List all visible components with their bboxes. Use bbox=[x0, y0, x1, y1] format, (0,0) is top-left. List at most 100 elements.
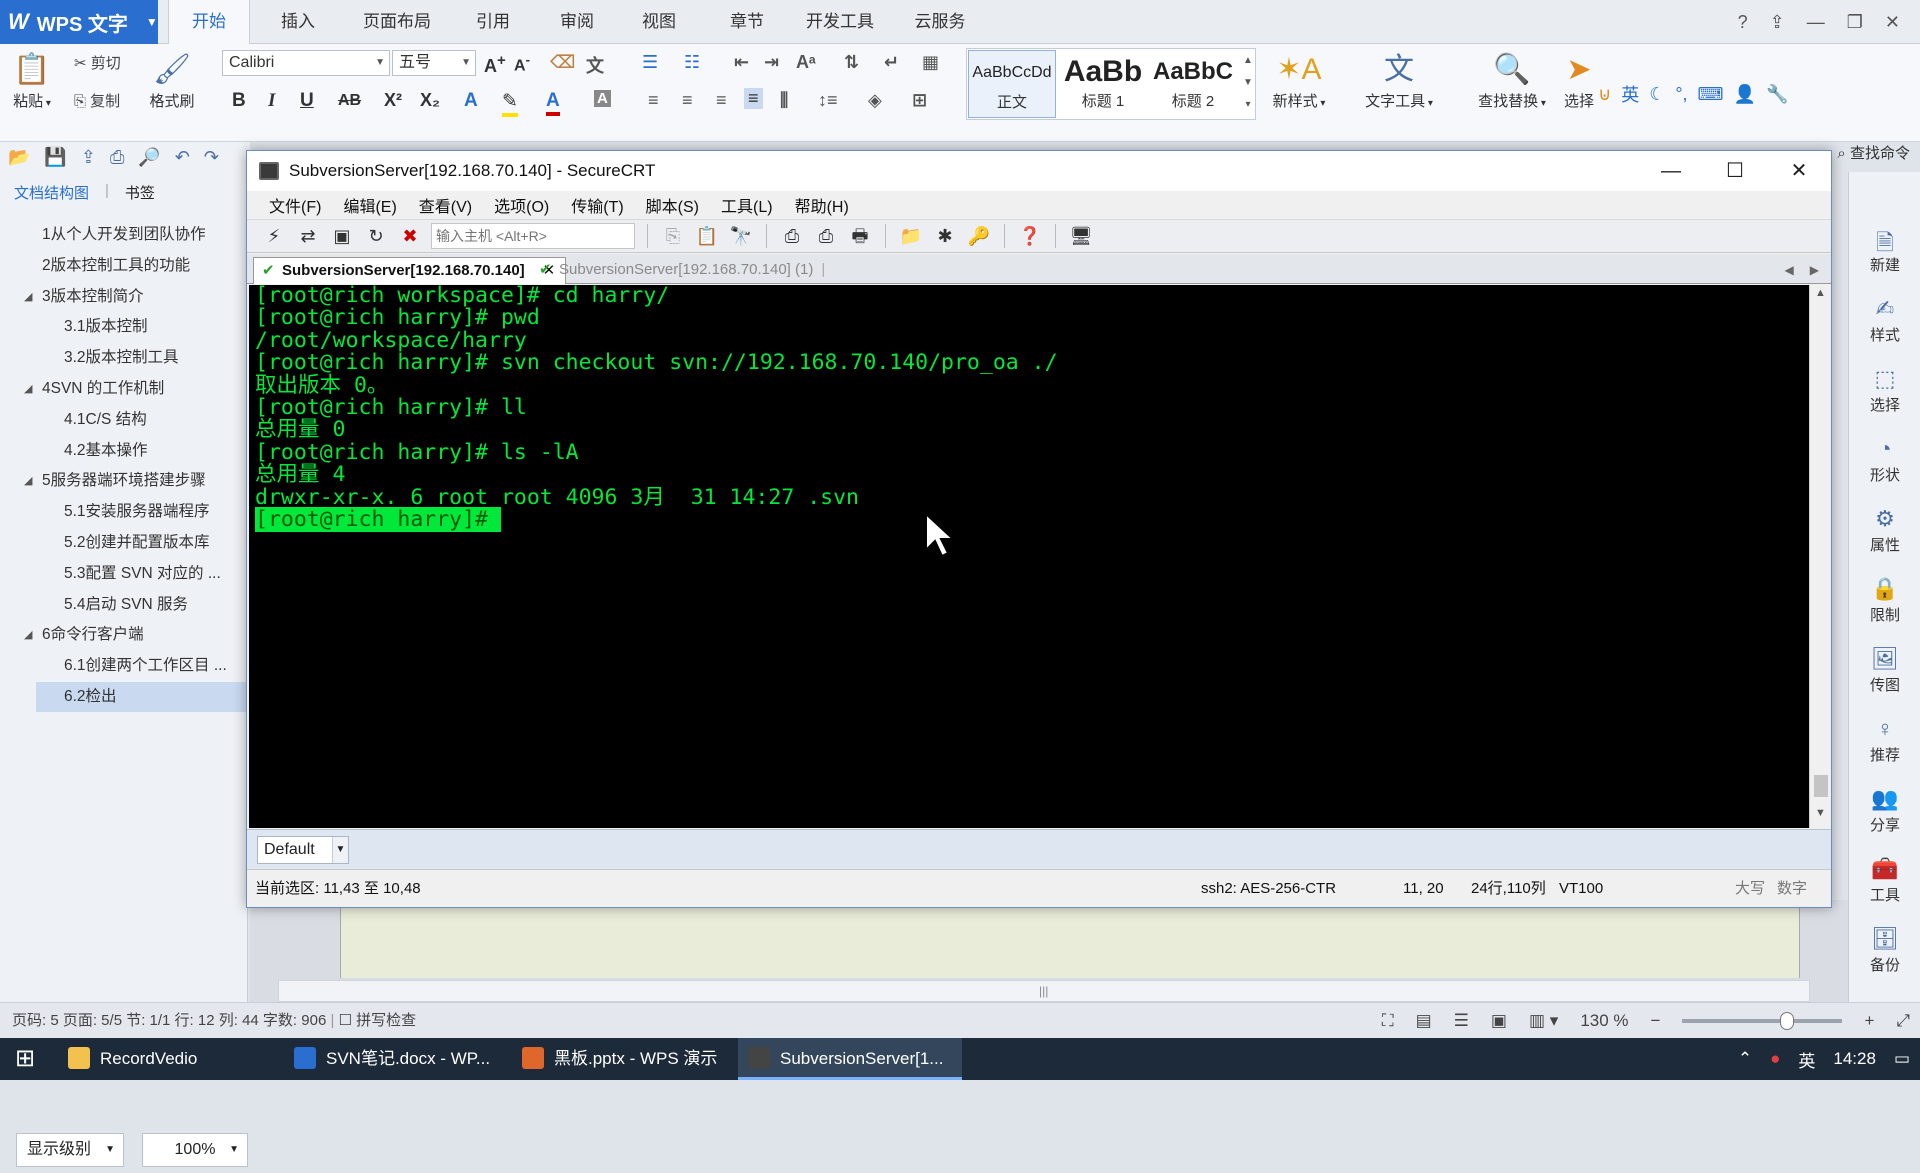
pane-button-4[interactable]: ⚙ 属性 bbox=[1849, 506, 1920, 555]
copy-icon[interactable]: ⎘ bbox=[660, 223, 686, 249]
close-button[interactable]: ✕ bbox=[1767, 151, 1831, 191]
global-options-icon[interactable]: ✱ bbox=[932, 223, 958, 249]
font-name-select[interactable]: Calibri ▼ bbox=[222, 50, 390, 76]
minimize-button[interactable]: — bbox=[1807, 12, 1825, 33]
tab-document-map[interactable]: 文档结构图 bbox=[14, 182, 89, 210]
align-center-icon[interactable]: ≡ bbox=[682, 90, 693, 111]
notification-icon[interactable]: ▭ bbox=[1894, 1049, 1910, 1069]
tab-0[interactable]: 开始 bbox=[168, 0, 250, 44]
font-color-icon[interactable]: A bbox=[546, 90, 560, 116]
taskbar-item[interactable]: SVN笔记.docx - WP... bbox=[284, 1038, 506, 1080]
crt-menu-item[interactable]: 帮助(H) bbox=[795, 193, 849, 217]
pane-button-0[interactable]: 🗎 新建 bbox=[1849, 226, 1920, 275]
pane-button-3[interactable]: ◔ 形状 bbox=[1849, 436, 1920, 485]
restore-ribbon-icon[interactable]: ⇪ bbox=[1770, 12, 1785, 33]
ime-logo-icon[interactable]: ⊍ bbox=[1598, 84, 1611, 105]
outline-item[interactable]: ◢ 6命令行客户端 bbox=[0, 620, 248, 650]
pane-button-5[interactable]: 🔒 限制 bbox=[1849, 576, 1920, 625]
outline-item[interactable]: 3.2版本控制工具 bbox=[0, 343, 248, 373]
paste-icon[interactable]: 📋 bbox=[694, 223, 720, 249]
print-icon[interactable]: ⎙ bbox=[110, 147, 124, 168]
close-button[interactable]: ✕ bbox=[1885, 12, 1900, 33]
style-heading-2[interactable]: AaBbC 标题 2 bbox=[1150, 50, 1236, 118]
expand-triangle-icon[interactable]: ◢ bbox=[24, 466, 32, 496]
tab-session-active[interactable]: ✔ SubversionServer[192.168.70.140] ✕ bbox=[253, 257, 567, 284]
scrollbar-thumb[interactable] bbox=[1814, 775, 1828, 797]
cut-button[interactable]: ✂ 剪切 bbox=[74, 52, 121, 73]
taskbar-item[interactable]: RecordVedio bbox=[58, 1038, 278, 1080]
pane-button-1[interactable]: ✍ 样式 bbox=[1849, 296, 1920, 345]
help-icon[interactable]: ? bbox=[1738, 12, 1748, 33]
paste-button[interactable]: 📋 粘贴 ▾ bbox=[10, 50, 54, 111]
crt-menu-item[interactable]: 编辑(E) bbox=[343, 193, 396, 217]
zoom-in-icon[interactable]: + bbox=[1864, 1011, 1874, 1031]
moon-icon[interactable]: ☾ bbox=[1649, 84, 1665, 105]
format-painter-button[interactable]: 🖌 格式刷 bbox=[144, 50, 200, 111]
expand-triangle-icon[interactable]: ◢ bbox=[24, 620, 32, 650]
terminal-scrollbar[interactable]: ▲ ▼ bbox=[1809, 285, 1831, 828]
tab-2[interactable]: 页面布局 bbox=[342, 0, 452, 44]
new-style-button[interactable]: ✶A 新样式 ▾ bbox=[1264, 50, 1334, 111]
tab-1[interactable]: 插入 bbox=[262, 0, 334, 44]
connect-tab-icon[interactable]: ▣ bbox=[329, 223, 355, 249]
maximize-button[interactable]: ☐ bbox=[1703, 151, 1767, 191]
minimize-button[interactable]: — bbox=[1639, 151, 1703, 191]
borders-icon[interactable]: ⊞ bbox=[912, 90, 927, 111]
spellcheck-checkbox[interactable]: ☐ bbox=[339, 1012, 357, 1029]
horizontal-scrollbar[interactable]: ||| bbox=[278, 980, 1810, 1002]
windows-start-icon[interactable]: ⊞ bbox=[0, 1038, 50, 1080]
numbered-list-icon[interactable]: ☷ bbox=[684, 52, 700, 73]
expand-triangle-icon[interactable]: ◢ bbox=[24, 374, 32, 404]
tab-left-icon[interactable]: ◀ bbox=[1785, 263, 1794, 277]
tab-right-icon[interactable]: ▶ bbox=[1810, 263, 1819, 277]
fit-icon[interactable]: ⤢ bbox=[1896, 1011, 1910, 1031]
outline-item[interactable]: 6.1创建两个工作区目 ... bbox=[0, 651, 248, 681]
outline-item[interactable]: 5.4启动 SVN 服务 bbox=[0, 590, 248, 620]
sftp-icon[interactable]: 🖥 bbox=[1068, 223, 1094, 249]
export-icon[interactable]: ⇪ bbox=[81, 147, 96, 168]
zoom-out-icon[interactable]: − bbox=[1651, 1011, 1661, 1031]
pane-button-9[interactable]: 🧰 工具 bbox=[1849, 856, 1920, 905]
zoom-level[interactable]: 130 % bbox=[1580, 1011, 1628, 1031]
underline-icon[interactable]: U bbox=[300, 90, 314, 112]
button-bar-select[interactable]: Default ▼ bbox=[257, 835, 349, 864]
keymap-icon[interactable]: 🔑 bbox=[966, 223, 992, 249]
distribute-icon[interactable]: ⫼ bbox=[780, 90, 788, 111]
paragraph-mark-icon[interactable]: ↵ bbox=[884, 52, 899, 73]
user-icon[interactable]: 👤 bbox=[1734, 84, 1756, 105]
pane-button-7[interactable]: ♀ 推荐 bbox=[1849, 716, 1920, 765]
change-case-icon[interactable]: Aᵃ bbox=[796, 52, 816, 73]
outline-item[interactable]: 2版本控制工具的功能 bbox=[0, 251, 248, 281]
taskbar-item[interactable]: 黑板.pptx - WPS 演示 bbox=[512, 1038, 732, 1080]
highlight-icon[interactable]: ✎ bbox=[502, 90, 518, 117]
wps-app-menu[interactable]: W WPS 文字 ▼ bbox=[0, 0, 158, 44]
clock[interactable]: 14:28 bbox=[1833, 1049, 1876, 1069]
find-replace-button[interactable]: 🔍 查找替换 ▾ bbox=[1470, 50, 1554, 111]
find-command[interactable]: ⌕ 查找命令 bbox=[1837, 142, 1910, 163]
shading-icon[interactable]: ◈ bbox=[868, 90, 882, 111]
web-view-icon[interactable]: ▣ bbox=[1491, 1011, 1507, 1031]
pane-button-8[interactable]: 👥 分享 bbox=[1849, 786, 1920, 835]
style-heading-1[interactable]: AaBb 标题 1 bbox=[1060, 50, 1146, 118]
tab-session-1[interactable]: ✔ SubversionServer[192.168.70.140] (1) | bbox=[531, 257, 825, 284]
outline-item[interactable]: 1从个人开发到团队协作 bbox=[0, 220, 248, 250]
justify-icon[interactable]: ≡ bbox=[744, 88, 763, 109]
maximize-button[interactable]: ❐ bbox=[1847, 12, 1863, 33]
align-right-icon[interactable]: ≡ bbox=[716, 90, 727, 111]
tab-5[interactable]: 视图 bbox=[624, 0, 694, 44]
expand-triangle-icon[interactable]: ◢ bbox=[24, 282, 32, 312]
session-options-icon[interactable]: 📁 bbox=[898, 223, 924, 249]
host-input[interactable] bbox=[431, 223, 635, 249]
reconnect-icon[interactable]: ↻ bbox=[363, 223, 389, 249]
strikethrough-icon[interactable]: AB bbox=[338, 92, 361, 110]
crt-menu-item[interactable]: 文件(F) bbox=[269, 193, 321, 217]
outline-item[interactable]: 5.1安装服务器端程序 bbox=[0, 497, 248, 527]
align-left-icon[interactable]: ≡ bbox=[648, 90, 659, 111]
crt-menu-item[interactable]: 工具(L) bbox=[721, 193, 773, 217]
print-icon[interactable]: ⎙ bbox=[779, 223, 805, 249]
tab-7[interactable]: 开发工具 bbox=[792, 0, 888, 44]
style-normal[interactable]: AaBbCcDd 正文 bbox=[968, 50, 1056, 118]
wrench-icon[interactable]: 🔧 bbox=[1766, 84, 1788, 105]
print-preview-icon[interactable]: 🔎 bbox=[138, 147, 160, 168]
increase-indent-icon[interactable]: ⇥ bbox=[764, 52, 779, 73]
